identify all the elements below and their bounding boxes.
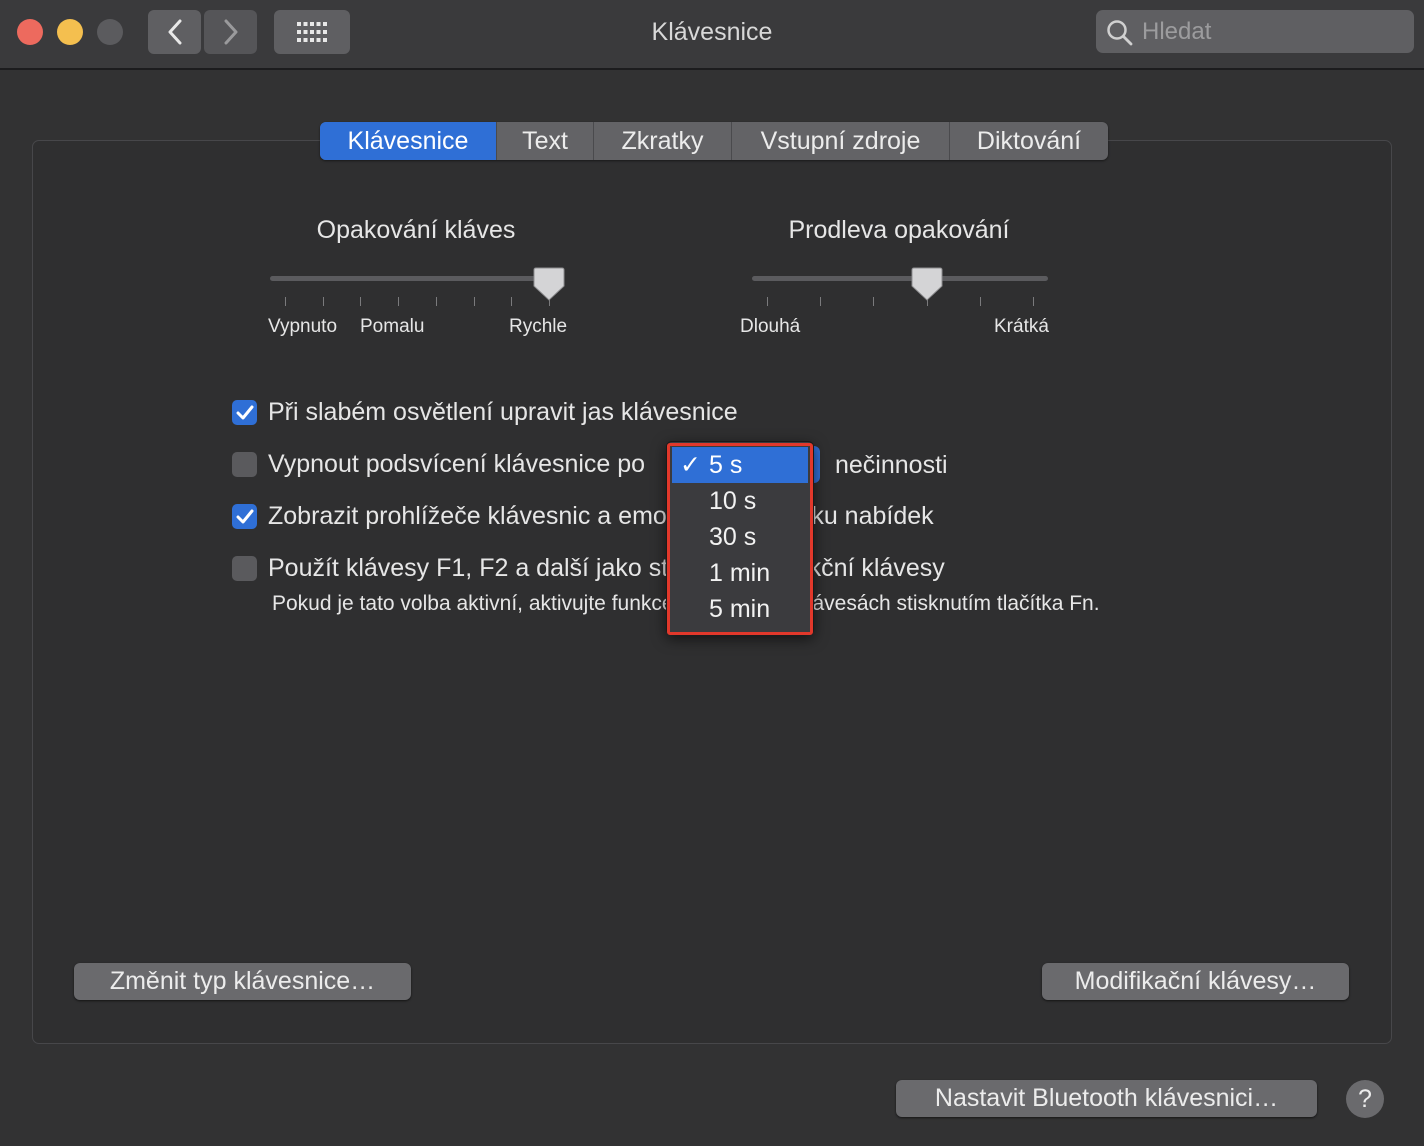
backlight-timeout-menu: ✓ 5 s 10 s 30 s 1 min 5 min bbox=[666, 441, 814, 635]
key-repeat-label-fast: Rychle bbox=[509, 316, 568, 337]
menu-item-5s[interactable]: ✓ 5 s bbox=[672, 447, 808, 483]
backlight-checkbox[interactable] bbox=[232, 452, 257, 477]
help-button[interactable]: ? bbox=[1346, 1080, 1384, 1118]
checkmark-icon bbox=[236, 509, 253, 523]
slider-tick bbox=[979, 297, 981, 306]
backlight-option[interactable]: Vypnout podsvícení klávesnice po bbox=[232, 450, 645, 479]
menu-item-30s[interactable]: 30 s bbox=[672, 519, 808, 555]
brightness-checkbox[interactable] bbox=[232, 400, 257, 425]
menu-item-label: 30 s bbox=[709, 522, 757, 551]
tab-shortcuts[interactable]: Zkratky bbox=[594, 122, 732, 160]
repeat-delay-label-long: Dlouhá bbox=[740, 316, 801, 337]
viewers-checkbox[interactable] bbox=[232, 504, 257, 529]
tab-dictation[interactable]: Diktování bbox=[950, 122, 1108, 160]
title-bar: Klávesnice Hledat bbox=[0, 0, 1424, 70]
slider-tick bbox=[820, 297, 822, 306]
slider-tick bbox=[435, 297, 437, 306]
search-placeholder: Hledat bbox=[1142, 18, 1212, 45]
fkeys-checkbox[interactable] bbox=[232, 556, 257, 581]
slider-tick bbox=[1033, 297, 1034, 306]
search-field[interactable]: Hledat bbox=[1096, 10, 1414, 53]
tab-text[interactable]: Text bbox=[497, 122, 594, 160]
tab-bar: Klávesnice Text Zkratky Vstupní zdroje D… bbox=[320, 122, 1108, 160]
checkmark-icon: ✓ bbox=[680, 451, 701, 479]
menu-item-label: 5 s bbox=[709, 450, 743, 479]
repeat-delay-track[interactable] bbox=[752, 276, 1048, 281]
key-repeat-slider-knob[interactable] bbox=[533, 266, 565, 302]
bluetooth-keyboard-button[interactable]: Nastavit Bluetooth klávesnici… bbox=[896, 1080, 1317, 1117]
key-repeat-label-off: Vypnuto bbox=[268, 316, 338, 337]
tab-keyboard[interactable]: Klávesnice bbox=[320, 122, 497, 160]
change-keyboard-type-button[interactable]: Změnit typ klávesnice… bbox=[74, 963, 411, 1000]
menu-item-1min[interactable]: 1 min bbox=[672, 555, 808, 591]
checkmark-icon bbox=[236, 405, 253, 419]
menu-item-label: 5 min bbox=[709, 594, 771, 623]
key-repeat-title: Opakování kláves bbox=[316, 216, 516, 244]
search-icon bbox=[1107, 20, 1133, 46]
viewers-label: Zobrazit prohlížeče klávesnic a emotikon… bbox=[268, 502, 934, 530]
repeat-delay-slider-knob[interactable] bbox=[911, 266, 943, 302]
slider-tick bbox=[322, 297, 324, 306]
slider-tick bbox=[398, 297, 400, 306]
slider-tick bbox=[873, 297, 875, 306]
viewers-option[interactable]: Zobrazit prohlížeče klávesnic a emotikon… bbox=[232, 502, 934, 531]
backlight-after-label: nečinnosti bbox=[835, 451, 948, 479]
slider-tick bbox=[473, 297, 475, 306]
slider-tick bbox=[511, 297, 513, 306]
menu-item-10s[interactable]: 10 s bbox=[672, 483, 808, 519]
key-repeat-track[interactable] bbox=[270, 276, 564, 281]
slider-tick bbox=[285, 297, 286, 306]
slider-tick bbox=[767, 297, 768, 306]
tab-input-sources[interactable]: Vstupní zdroje bbox=[732, 122, 950, 160]
menu-item-label: 1 min bbox=[709, 558, 771, 587]
brightness-label: Při slabém osvětlení upravit jas klávesn… bbox=[268, 398, 738, 426]
menu-item-5min[interactable]: 5 min bbox=[672, 591, 808, 627]
menu-item-label: 10 s bbox=[709, 486, 757, 515]
key-repeat-label-slow: Pomalu bbox=[360, 316, 425, 337]
fkeys-label: Použít klávesy F1, F2 a další jako stand… bbox=[268, 554, 945, 582]
modifier-keys-button[interactable]: Modifikační klávesy… bbox=[1042, 963, 1349, 1000]
slider-tick bbox=[360, 297, 362, 306]
fkeys-option[interactable]: Použít klávesy F1, F2 a další jako stand… bbox=[232, 554, 945, 583]
repeat-delay-title: Prodleva opakování bbox=[788, 216, 1010, 244]
brightness-option[interactable]: Při slabém osvětlení upravit jas klávesn… bbox=[232, 398, 738, 427]
backlight-label: Vypnout podsvícení klávesnice po bbox=[268, 450, 646, 478]
repeat-delay-label-short: Krátká bbox=[994, 316, 1049, 337]
